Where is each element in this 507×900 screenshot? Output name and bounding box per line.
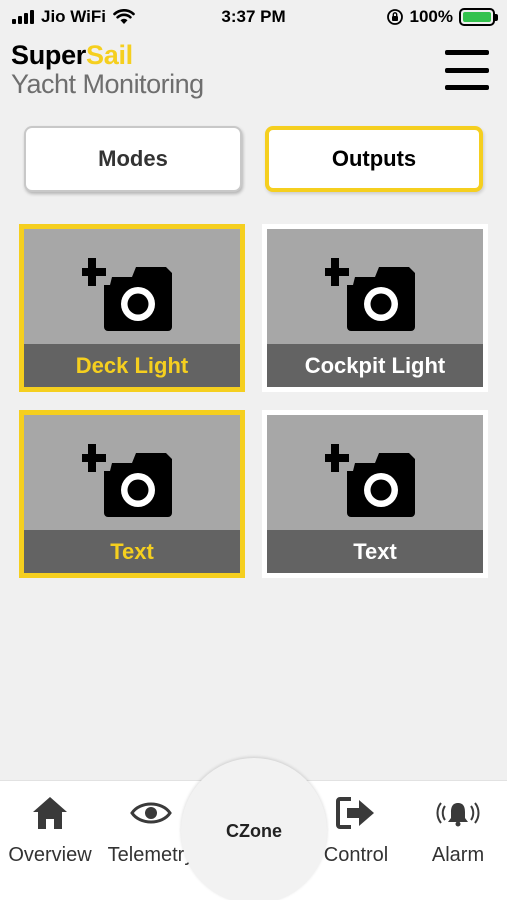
carrier-label: Jio WiFi bbox=[41, 7, 107, 26]
add-photo-icon bbox=[82, 444, 172, 517]
add-photo-icon bbox=[82, 258, 172, 331]
add-photo-icon bbox=[325, 444, 415, 517]
tile-label: Deck Light bbox=[24, 344, 240, 387]
output-tile-deck-light[interactable]: Deck Light bbox=[19, 224, 245, 392]
brand-title: SuperSail bbox=[11, 40, 204, 70]
status-left: Jio WiFi bbox=[12, 7, 135, 27]
nav-label: Alarm bbox=[431, 844, 485, 866]
signal-icon bbox=[12, 10, 34, 24]
brand-prefix: Super bbox=[11, 40, 87, 70]
hamburger-menu-icon[interactable] bbox=[445, 50, 489, 90]
alarm-bell-icon bbox=[436, 802, 480, 827]
tile-label: Text bbox=[24, 530, 240, 573]
output-tile-text-1[interactable]: Text bbox=[19, 410, 245, 578]
status-bar: Jio WiFi 3:37 PM 100% bbox=[0, 0, 507, 36]
battery-charging-icon bbox=[459, 8, 498, 26]
add-photo-icon bbox=[325, 258, 415, 331]
battery-percent: 100% bbox=[409, 7, 453, 26]
home-icon bbox=[33, 797, 67, 829]
orientation-lock-icon bbox=[386, 9, 403, 25]
tile-label: Cockpit Light bbox=[267, 344, 483, 387]
output-tile-text-2[interactable]: Text bbox=[262, 410, 488, 578]
nav-item-alarm[interactable]: Alarm bbox=[408, 781, 507, 881]
modes-button[interactable]: Modes bbox=[24, 126, 242, 192]
wifi-icon bbox=[113, 9, 135, 24]
exit-arrow-icon bbox=[336, 797, 374, 829]
brand-accent: Sail bbox=[86, 40, 133, 70]
app-brand: SuperSail Yacht Monitoring bbox=[11, 40, 204, 98]
brand-subtitle: Yacht Monitoring bbox=[11, 69, 204, 99]
output-tile-cockpit-light[interactable]: Cockpit Light bbox=[262, 224, 488, 392]
nav-item-overview[interactable]: Overview bbox=[0, 781, 100, 881]
tile-label: Text bbox=[267, 530, 483, 573]
status-right: 100% bbox=[386, 7, 498, 27]
outputs-button[interactable]: Outputs bbox=[265, 126, 483, 192]
eye-icon bbox=[130, 802, 172, 824]
czone-button[interactable]: CZone bbox=[181, 758, 327, 900]
